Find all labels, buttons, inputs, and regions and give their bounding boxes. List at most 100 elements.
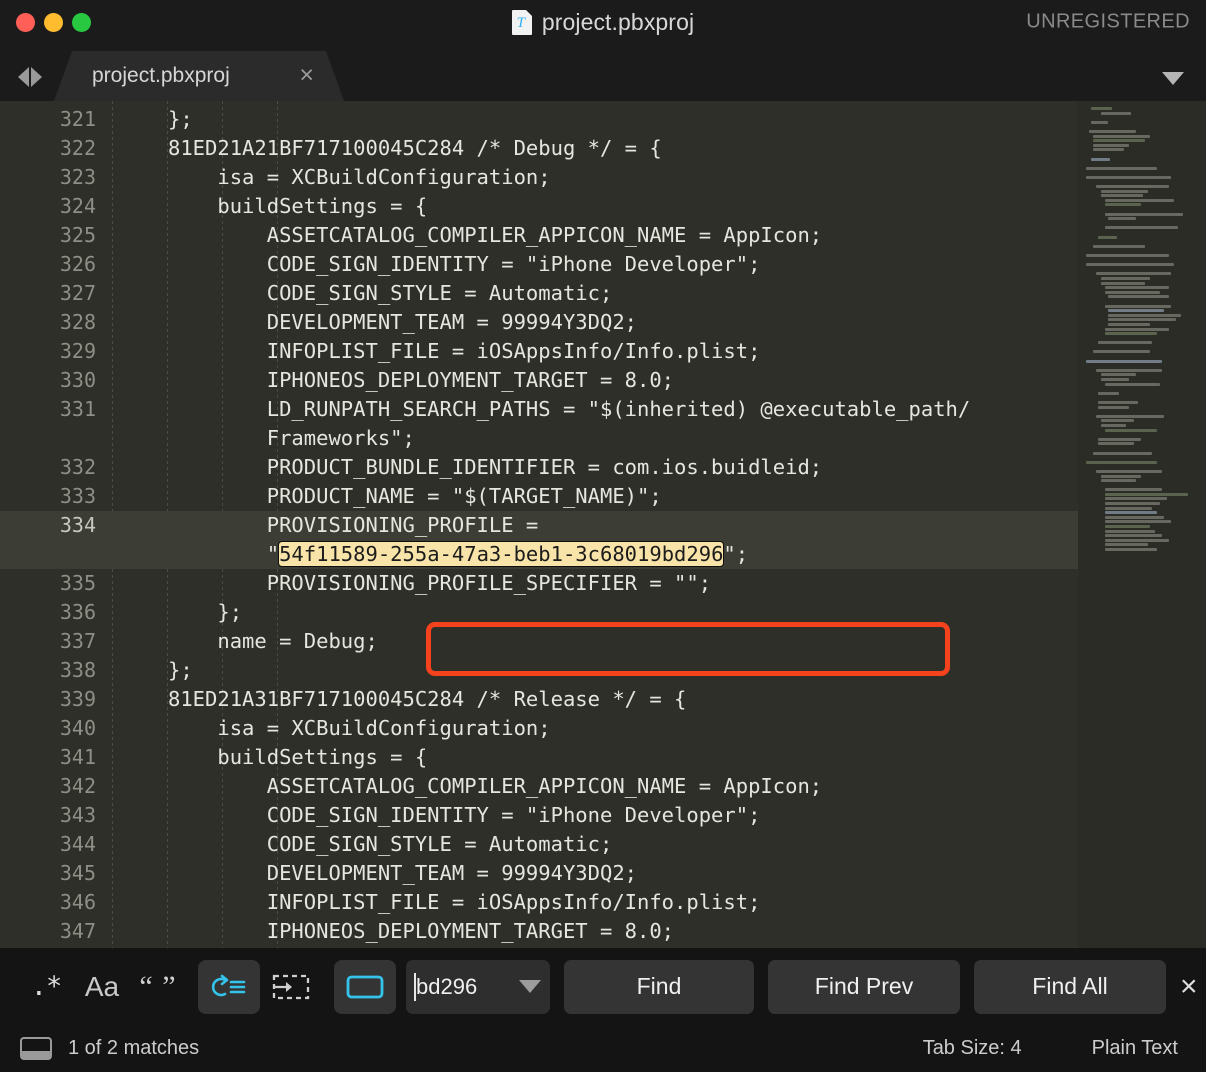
code-line[interactable]: LD_RUNPATH_SEARCH_PATHS = "$(inherited) … bbox=[112, 946, 1206, 948]
find-all-button[interactable]: Find All bbox=[974, 959, 1166, 1014]
line-number: 334 bbox=[0, 511, 112, 540]
minimap-line bbox=[1086, 175, 1172, 179]
code-line[interactable]: Frameworks"; bbox=[112, 424, 1206, 453]
document-icon: T bbox=[511, 9, 532, 35]
minimap-line bbox=[1105, 520, 1172, 524]
line-number: 327 bbox=[59, 281, 96, 305]
code-line[interactable]: buildSettings = { bbox=[112, 743, 1206, 772]
minimap-line bbox=[1105, 492, 1188, 496]
code-line[interactable]: buildSettings = { bbox=[112, 192, 1206, 221]
nav-back-icon[interactable] bbox=[18, 67, 29, 87]
code-line[interactable]: DEVELOPMENT_TEAM = 99994Y3DQ2; bbox=[112, 308, 1206, 337]
tab-nav-arrows bbox=[0, 67, 54, 101]
code-line[interactable]: CODE_SIGN_IDENTITY = "iPhone Developer"; bbox=[112, 250, 1206, 279]
line-number: 322 bbox=[59, 136, 96, 160]
code-line[interactable]: ASSETCATALOG_COMPILER_APPICON_NAME = App… bbox=[112, 772, 1206, 801]
case-icon-label: Aa bbox=[84, 970, 120, 1002]
code-line[interactable]: INFOPLIST_FILE = iOSAppsInfo/Info.plist; bbox=[112, 337, 1206, 366]
wrap-around-icon[interactable] bbox=[198, 959, 260, 1014]
minimap-line bbox=[1098, 401, 1139, 404]
window-controls bbox=[16, 12, 91, 32]
tab-size-label[interactable]: Tab Size: 4 bbox=[923, 1037, 1022, 1060]
code-line[interactable]: name = Debug; bbox=[112, 627, 1206, 656]
case-sensitive-toggle-icon[interactable]: Aa bbox=[74, 961, 130, 1013]
minimap-line bbox=[1105, 538, 1169, 542]
line-number: 329 bbox=[59, 339, 96, 363]
search-field-wrapper[interactable] bbox=[406, 959, 550, 1014]
unregistered-badge: UNREGISTERED bbox=[1026, 10, 1190, 33]
line-number: 339 bbox=[59, 687, 96, 711]
highlight-all-glyph bbox=[346, 975, 384, 998]
minimap-line bbox=[1105, 548, 1158, 551]
search-in-selection-icon[interactable] bbox=[260, 960, 322, 1014]
code-line[interactable]: DEVELOPMENT_TEAM = 99994Y3DQ2; bbox=[112, 859, 1206, 888]
line-number-continuation bbox=[0, 540, 112, 569]
minimap-line bbox=[1105, 212, 1184, 216]
code-line[interactable]: }; bbox=[112, 105, 1206, 134]
code-line[interactable]: PRODUCT_BUNDLE_IDENTIFIER = com.ios.buid… bbox=[112, 453, 1206, 482]
whole-word-toggle-icon[interactable]: “ ” bbox=[130, 961, 186, 1013]
line-number: 348 bbox=[0, 946, 112, 948]
search-history-dropdown[interactable] bbox=[510, 980, 550, 993]
tab-project-pbxproj[interactable]: project.pbxproj × bbox=[54, 51, 344, 101]
minimap-line bbox=[1107, 318, 1177, 322]
code-line[interactable]: CODE_SIGN_STYLE = Automatic; bbox=[112, 279, 1206, 308]
tab-close-icon[interactable]: × bbox=[299, 63, 314, 88]
search-input[interactable] bbox=[406, 973, 510, 1000]
minimize-window-button[interactable] bbox=[44, 12, 63, 32]
code-line[interactable]: PROVISIONING_PROFILE = bbox=[112, 511, 1206, 540]
chevron-down-icon[interactable] bbox=[1162, 72, 1184, 85]
highlight-all-icon[interactable] bbox=[334, 959, 396, 1014]
regex-toggle-icon[interactable]: .* bbox=[18, 961, 74, 1013]
code-content[interactable]: }; 81ED21A21BF717100045C284 /* Debug */ =… bbox=[112, 101, 1206, 948]
code-line[interactable]: PRODUCT_NAME = "$(TARGET_NAME)"; bbox=[112, 482, 1206, 511]
code-line[interactable]: IPHONEOS_DEPLOYMENT_TARGET = 8.0; bbox=[112, 917, 1206, 946]
minimap-line bbox=[1105, 290, 1160, 294]
minimap-line bbox=[1095, 368, 1162, 372]
code-line[interactable]: CODE_SIGN_STYLE = Automatic; bbox=[112, 830, 1206, 859]
code-line[interactable]: PROVISIONING_PROFILE_SPECIFIER = ""; bbox=[112, 569, 1206, 598]
code-line[interactable]: isa = XCBuildConfiguration; bbox=[112, 163, 1206, 192]
minimap-line bbox=[1086, 359, 1162, 363]
code-line[interactable]: }; bbox=[112, 656, 1206, 685]
panel-toggle-icon[interactable] bbox=[20, 1037, 52, 1060]
editor-area: 321 322 323 324 325 326 327 328 329 330 331 332 333… bbox=[0, 101, 1206, 948]
text-editor-window: T project.pbxproj UNREGISTERED project.p… bbox=[0, 0, 1206, 1072]
nav-forward-icon[interactable] bbox=[31, 67, 42, 87]
code-line[interactable]: ASSETCATALOG_COMPILER_APPICON_NAME = App… bbox=[112, 221, 1206, 250]
line-number: 346 bbox=[59, 890, 96, 914]
zoom-window-button[interactable] bbox=[72, 12, 91, 32]
code-line[interactable]: "54f11589-255a-47a3-beb1-3c68019bd296"; bbox=[112, 540, 1206, 569]
minimap-line bbox=[1100, 276, 1151, 280]
minimap-line bbox=[1098, 437, 1141, 441]
find-prev-button[interactable]: Find Prev bbox=[768, 959, 960, 1014]
status-bar: 1 of 2 matches Tab Size: 4 Plain Text bbox=[0, 1025, 1206, 1072]
code-line[interactable]: INFOPLIST_FILE = iOSAppsInfo/Info.plist; bbox=[112, 888, 1206, 917]
minimap-line bbox=[1107, 309, 1165, 313]
minimap-line bbox=[1100, 189, 1148, 193]
minimap-line bbox=[1107, 295, 1169, 299]
regex-icon-label: .* bbox=[30, 971, 63, 1002]
line-number: 341 bbox=[59, 745, 96, 769]
code-line[interactable]: 81ED21A31BF717100045C284 /* Release */ =… bbox=[112, 685, 1206, 714]
minimap-line bbox=[1107, 313, 1181, 317]
minimap-line bbox=[1105, 515, 1165, 519]
line-number-gutter: 321 322 323 324 325 326 327 328 329 330 331 332 333… bbox=[0, 101, 112, 948]
close-find-bar-icon[interactable]: × bbox=[1180, 971, 1198, 1002]
code-minimap[interactable] bbox=[1078, 101, 1206, 948]
code-line[interactable]: isa = XCBuildConfiguration; bbox=[112, 714, 1206, 743]
code-line[interactable]: CODE_SIGN_IDENTITY = "iPhone Developer"; bbox=[112, 801, 1206, 830]
minimap-line bbox=[1107, 322, 1151, 326]
wrap-around-glyph bbox=[211, 974, 246, 996]
close-window-button[interactable] bbox=[16, 12, 35, 32]
line-number: 323 bbox=[59, 165, 96, 189]
code-line[interactable]: 81ED21A21BF717100045C284 /* Debug */ = { bbox=[112, 134, 1206, 163]
code-line[interactable]: IPHONEOS_DEPLOYMENT_TARGET = 8.0; bbox=[112, 366, 1206, 395]
language-mode-label[interactable]: Plain Text bbox=[1092, 1037, 1178, 1060]
minimap-line bbox=[1100, 111, 1132, 115]
minimap-line bbox=[1100, 479, 1136, 483]
find-button[interactable]: Find bbox=[564, 959, 754, 1014]
line-number: 326 bbox=[59, 252, 96, 276]
code-line[interactable]: }; bbox=[112, 598, 1206, 627]
code-line[interactable]: LD_RUNPATH_SEARCH_PATHS = "$(inherited) … bbox=[112, 395, 1206, 424]
